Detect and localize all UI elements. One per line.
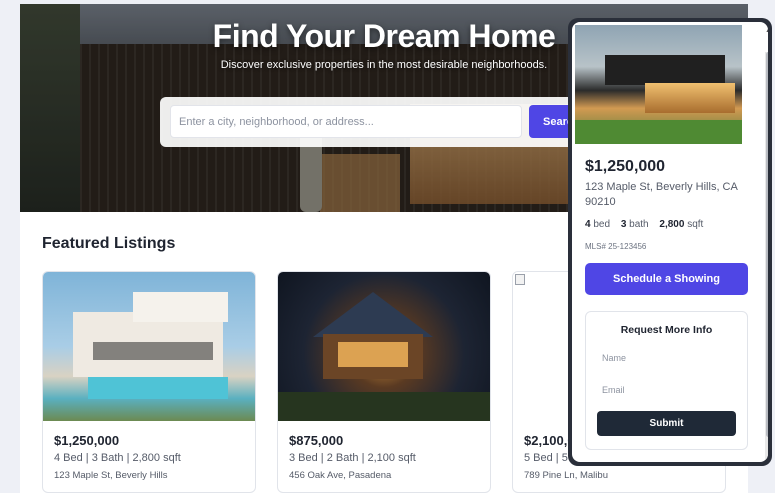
baths-value: 3 xyxy=(620,219,627,230)
listing-photo[interactable] xyxy=(43,272,255,421)
name-field[interactable] xyxy=(597,347,737,369)
detail-photo xyxy=(575,25,742,144)
scrollbar-thumb[interactable] xyxy=(766,52,768,437)
listing-card[interactable]: $1,250,000 4 Bed | 3 Bath | 2,800 sqft 1… xyxy=(42,271,256,493)
sqft-value: 2,800 xyxy=(659,219,685,230)
search-bar: Search xyxy=(160,97,610,147)
listing-specs: 4 Bed | 3 Bath | 2,800 sqft xyxy=(54,452,181,464)
request-info-form: Request More Info Submit xyxy=(585,311,748,450)
broken-image-icon xyxy=(515,274,525,285)
schedule-showing-button[interactable]: Schedule a Showing xyxy=(585,263,748,295)
detail-address: 123 Maple St, Beverly Hills, CA 90210 xyxy=(585,181,738,208)
request-info-title: Request More Info xyxy=(620,324,713,336)
listing-address: 123 Maple St, Beverly Hills xyxy=(54,470,168,481)
listing-price: $1,250,000 xyxy=(54,433,120,448)
panel-scrollbar[interactable] xyxy=(765,52,768,462)
detail-specs: 4 bed 3 bath 2,800 sqft xyxy=(585,219,703,230)
listing-specs: 3 Bed | 2 Bath | 2,100 sqft xyxy=(289,452,416,464)
search-input[interactable] xyxy=(170,105,522,138)
listing-detail-panel: $1,250,000 123 Maple St, Beverly Hills, … xyxy=(568,18,772,466)
mls-number: MLS# 25-123456 xyxy=(585,242,647,251)
beds-value: 4 xyxy=(585,219,591,230)
featured-listings-title: Featured Listings xyxy=(42,235,176,252)
listing-card[interactable]: $875,000 3 Bed | 2 Bath | 2,100 sqft 456… xyxy=(277,271,491,493)
listing-address: 456 Oak Ave, Pasadena xyxy=(289,470,392,481)
scroll-up-arrow-icon[interactable]: ▲ xyxy=(765,26,768,36)
email-field[interactable] xyxy=(597,379,737,401)
submit-button[interactable]: Submit xyxy=(597,411,736,436)
listing-address: 789 Pine Ln, Malibu xyxy=(524,470,608,481)
baths-label: bath xyxy=(629,219,649,230)
beds-label: bed xyxy=(593,219,611,230)
listing-photo[interactable] xyxy=(278,272,490,421)
listing-price: $875,000 xyxy=(289,433,344,448)
detail-price: $1,250,000 xyxy=(585,158,666,175)
sqft-label: sqft xyxy=(687,219,704,230)
